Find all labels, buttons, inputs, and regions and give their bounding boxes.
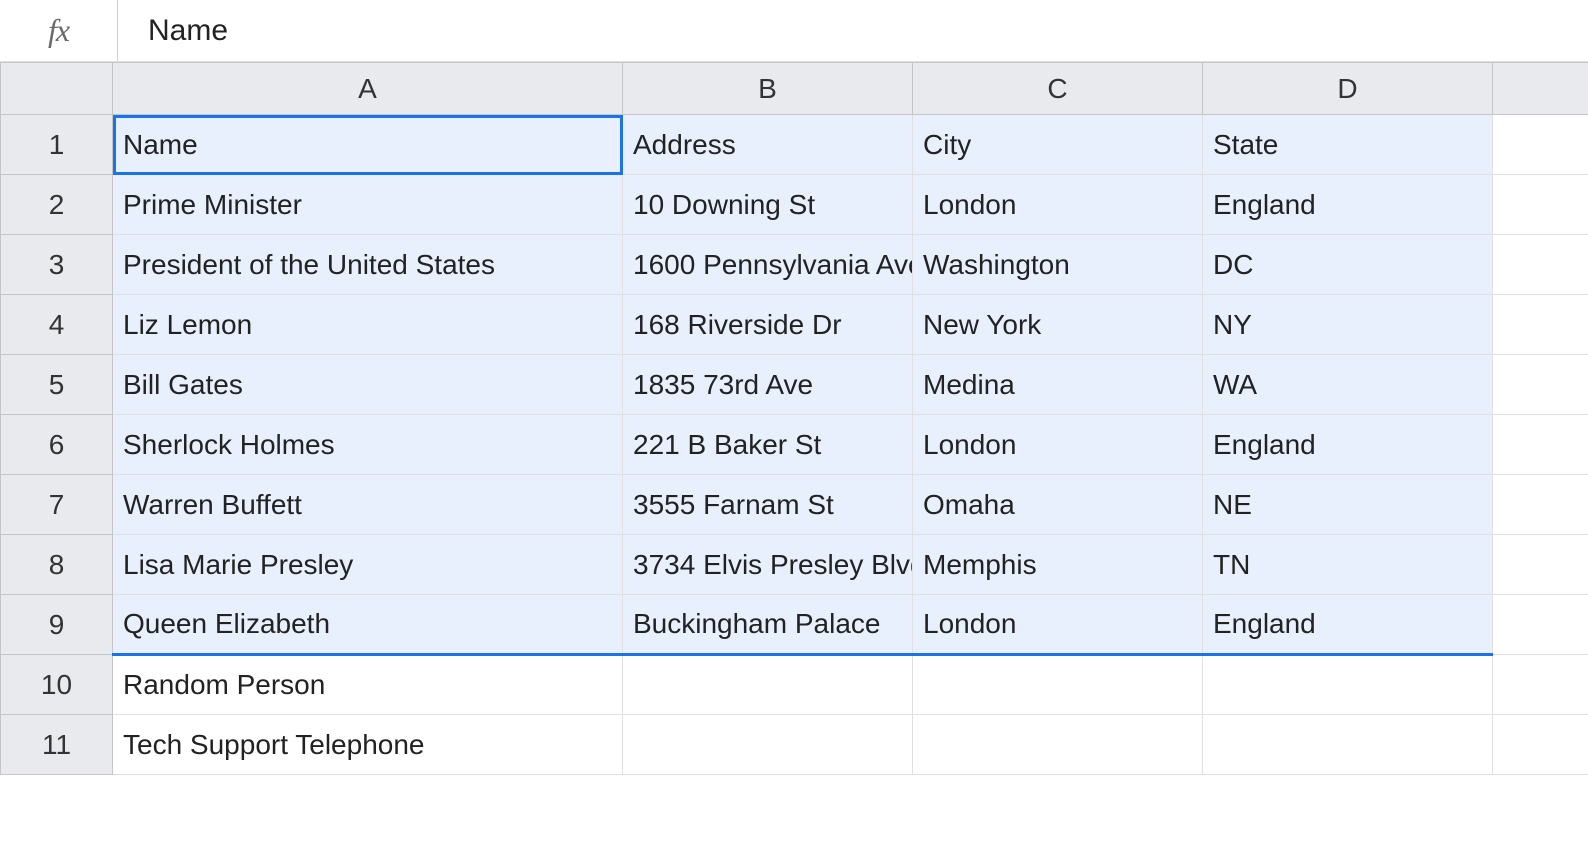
cell-D9[interactable]: England: [1203, 595, 1493, 655]
row-header-5[interactable]: 5: [1, 355, 113, 415]
cell-B6[interactable]: 221 B Baker St: [623, 415, 913, 475]
cell-C4[interactable]: New York: [913, 295, 1203, 355]
cell-B8[interactable]: 3734 Elvis Presley Blvd: [623, 535, 913, 595]
row-7: 7 Warren Buffett 3555 Farnam St Omaha NE: [1, 475, 1588, 535]
column-header-empty[interactable]: [1493, 63, 1588, 115]
column-header-A[interactable]: A: [113, 63, 623, 115]
cell-D4[interactable]: NY: [1203, 295, 1493, 355]
cell-C10[interactable]: [913, 655, 1203, 715]
cell-B3[interactable]: 1600 Pennsylvania Ave: [623, 235, 913, 295]
cell-C11[interactable]: [913, 715, 1203, 775]
cell-E11[interactable]: [1493, 715, 1588, 775]
cell-D1[interactable]: State: [1203, 115, 1493, 175]
cell-A7[interactable]: Warren Buffett: [113, 475, 623, 535]
cell-E4[interactable]: [1493, 295, 1588, 355]
column-header-B[interactable]: B: [623, 63, 913, 115]
cell-B11[interactable]: [623, 715, 913, 775]
cell-E1[interactable]: [1493, 115, 1588, 175]
cell-C7[interactable]: Omaha: [913, 475, 1203, 535]
cell-D2[interactable]: England: [1203, 175, 1493, 235]
cell-B9[interactable]: Buckingham Palace: [623, 595, 913, 655]
cell-B4[interactable]: 168 Riverside Dr: [623, 295, 913, 355]
cell-C2[interactable]: London: [913, 175, 1203, 235]
cell-D8[interactable]: TN: [1203, 535, 1493, 595]
cell-D5[interactable]: WA: [1203, 355, 1493, 415]
row-11: 11 Tech Support Telephone: [1, 715, 1588, 775]
cell-C9[interactable]: London: [913, 595, 1203, 655]
cell-E10[interactable]: [1493, 655, 1588, 715]
cell-C5[interactable]: Medina: [913, 355, 1203, 415]
cell-D6[interactable]: England: [1203, 415, 1493, 475]
row-9: 9 Queen Elizabeth Buckingham Palace Lond…: [1, 595, 1588, 655]
cell-E2[interactable]: [1493, 175, 1588, 235]
row-header-10[interactable]: 10: [1, 655, 113, 715]
column-header-row: A B C D: [1, 63, 1588, 115]
cell-D10[interactable]: [1203, 655, 1493, 715]
cell-E5[interactable]: [1493, 355, 1588, 415]
cell-E7[interactable]: [1493, 475, 1588, 535]
cell-A11[interactable]: Tech Support Telephone: [113, 715, 623, 775]
cell-A1[interactable]: Name: [113, 115, 623, 175]
cell-C8[interactable]: Memphis: [913, 535, 1203, 595]
row-10: 10 Random Person: [1, 655, 1588, 715]
cell-D11[interactable]: [1203, 715, 1493, 775]
formula-input[interactable]: Name: [118, 14, 1588, 48]
cell-C3[interactable]: Washington: [913, 235, 1203, 295]
row-header-3[interactable]: 3: [1, 235, 113, 295]
cell-E9[interactable]: [1493, 595, 1588, 655]
row-header-6[interactable]: 6: [1, 415, 113, 475]
cell-D3[interactable]: DC: [1203, 235, 1493, 295]
column-header-D[interactable]: D: [1203, 63, 1493, 115]
cell-C6[interactable]: London: [913, 415, 1203, 475]
row-header-2[interactable]: 2: [1, 175, 113, 235]
cell-A5[interactable]: Bill Gates: [113, 355, 623, 415]
row-6: 6 Sherlock Holmes 221 B Baker St London …: [1, 415, 1588, 475]
row-header-11[interactable]: 11: [1, 715, 113, 775]
spreadsheet-grid: A B C D 1 Name Address City State 2 Prim…: [0, 62, 1588, 775]
cell-B5[interactable]: 1835 73rd Ave: [623, 355, 913, 415]
row-2: 2 Prime Minister 10 Downing St London En…: [1, 175, 1588, 235]
cell-B1[interactable]: Address: [623, 115, 913, 175]
cell-A10[interactable]: Random Person: [113, 655, 623, 715]
cell-B10[interactable]: [623, 655, 913, 715]
row-header-7[interactable]: 7: [1, 475, 113, 535]
row-8: 8 Lisa Marie Presley 3734 Elvis Presley …: [1, 535, 1588, 595]
formula-bar: fx Name: [0, 0, 1588, 62]
cell-E6[interactable]: [1493, 415, 1588, 475]
cell-B2[interactable]: 10 Downing St: [623, 175, 913, 235]
row-3: 3 President of the United States 1600 Pe…: [1, 235, 1588, 295]
select-all-corner[interactable]: [1, 63, 113, 115]
row-4: 4 Liz Lemon 168 Riverside Dr New York NY: [1, 295, 1588, 355]
row-header-4[interactable]: 4: [1, 295, 113, 355]
cell-A8[interactable]: Lisa Marie Presley: [113, 535, 623, 595]
cell-C1[interactable]: City: [913, 115, 1203, 175]
fx-icon[interactable]: fx: [0, 0, 118, 61]
cell-E8[interactable]: [1493, 535, 1588, 595]
row-header-9[interactable]: 9: [1, 595, 113, 655]
row-header-8[interactable]: 8: [1, 535, 113, 595]
cell-B7[interactable]: 3555 Farnam St: [623, 475, 913, 535]
row-5: 5 Bill Gates 1835 73rd Ave Medina WA: [1, 355, 1588, 415]
row-1: 1 Name Address City State: [1, 115, 1588, 175]
cell-A9[interactable]: Queen Elizabeth: [113, 595, 623, 655]
column-header-C[interactable]: C: [913, 63, 1203, 115]
cell-A3[interactable]: President of the United States: [113, 235, 623, 295]
row-header-1[interactable]: 1: [1, 115, 113, 175]
cell-E3[interactable]: [1493, 235, 1588, 295]
cell-A4[interactable]: Liz Lemon: [113, 295, 623, 355]
cell-A6[interactable]: Sherlock Holmes: [113, 415, 623, 475]
cell-A2[interactable]: Prime Minister: [113, 175, 623, 235]
cell-D7[interactable]: NE: [1203, 475, 1493, 535]
